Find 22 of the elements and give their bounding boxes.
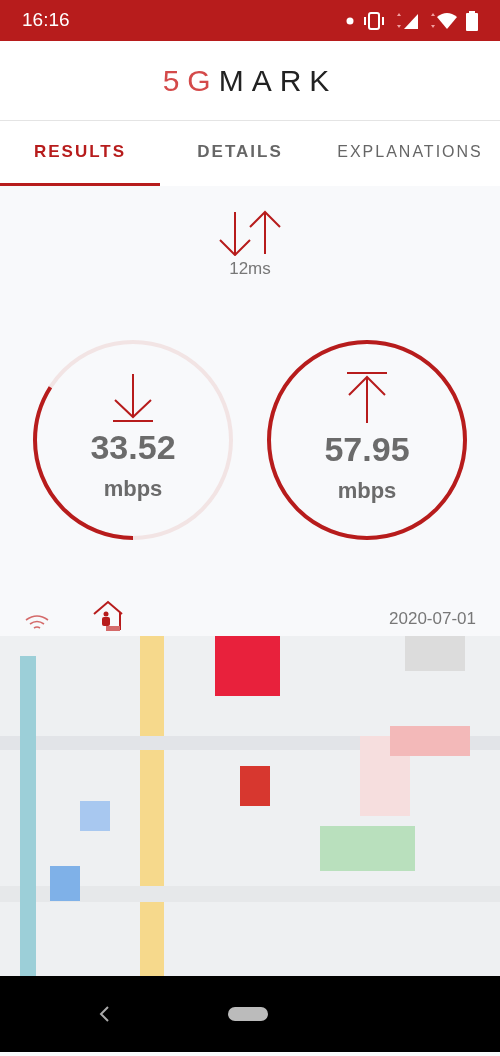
- speed-unit: mbps: [337, 477, 397, 505]
- speed-value: 33.52: [90, 430, 176, 464]
- status-time: 16:16: [22, 8, 70, 33]
- speed-unit: mbps: [103, 475, 163, 503]
- tab[interactable]: DETAILS: [160, 121, 320, 186]
- test-date: 2020-07-01: [389, 608, 476, 630]
- home-pill-icon[interactable]: [228, 1006, 268, 1021]
- wifi-icon: [428, 11, 458, 30]
- tab[interactable]: EXPLANATIONS: [320, 121, 500, 186]
- latency-value: 12ms: [229, 258, 271, 280]
- app-logo: 5G MARK: [162, 63, 338, 99]
- wifi-icon: [24, 613, 50, 632]
- signal-icon: [394, 11, 420, 30]
- notification-dot-icon: [346, 16, 354, 25]
- vibrate-icon: [362, 11, 386, 30]
- back-icon[interactable]: [98, 1004, 110, 1023]
- tab[interactable]: RESULTS: [0, 121, 160, 186]
- battery-icon: [466, 10, 478, 31]
- upload-icon: [346, 372, 388, 424]
- indoor-person-icon: [92, 599, 124, 632]
- download-icon: [112, 374, 154, 422]
- speed-value: 57.95: [324, 432, 410, 466]
